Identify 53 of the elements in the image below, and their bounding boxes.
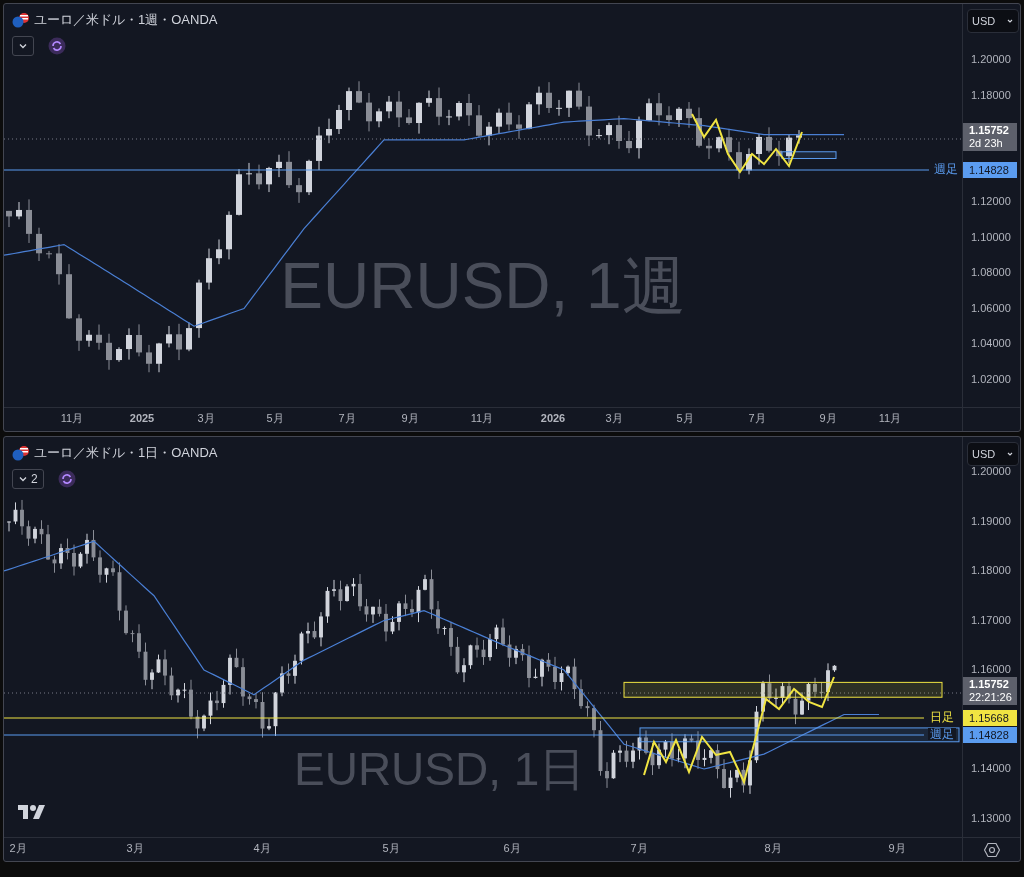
time-tick: 5月 — [676, 413, 694, 424]
time-tick: 3月 — [126, 843, 144, 854]
price-tick: 1.17000 — [971, 614, 1011, 626]
currency-dropdown[interactable]: USD — [967, 442, 1019, 466]
price-label: 1.15752 — [969, 124, 1010, 137]
countdown-label: 22:21:26 — [969, 691, 1013, 704]
price-tick: 1.08000 — [971, 267, 1011, 278]
time-tick: 2月 — [9, 843, 27, 854]
time-tick: 3月 — [197, 413, 215, 424]
currency-dropdown[interactable]: USD — [967, 9, 1019, 33]
time-tick: 2025 — [129, 413, 155, 424]
level-price-tag: 1.14828 — [963, 162, 1017, 178]
chart-title: ユーロ／米ドル・1日・OANDA — [34, 444, 218, 462]
price-tick: 1.20000 — [971, 466, 1011, 477]
chart-title: ユーロ／米ドル・1週・OANDA — [34, 11, 218, 29]
price-tick: 1.14000 — [971, 763, 1011, 774]
countdown-label: 2d 23h — [969, 137, 1004, 150]
price-tick: 1.18000 — [971, 89, 1011, 101]
price-tick: 1.20000 — [971, 54, 1011, 65]
time-tick: 5月 — [266, 413, 284, 424]
symbol-watermark: EURUSD, 1週 — [280, 254, 686, 318]
time-tick: 2026 — [540, 413, 566, 424]
time-tick: 9月 — [819, 413, 837, 424]
time-tick: 11月 — [60, 413, 84, 424]
time-tick: 5月 — [382, 843, 400, 854]
price-tick: 1.19000 — [971, 515, 1011, 527]
price-tick: 1.10000 — [971, 231, 1011, 243]
price-tick: 1.04000 — [971, 338, 1011, 349]
time-tick: 7月 — [338, 413, 356, 424]
level-label: 週足 — [932, 163, 960, 175]
price-tick: 1.12000 — [971, 196, 1011, 207]
time-tick: 11月 — [470, 413, 494, 424]
time-tick: 7月 — [748, 413, 766, 424]
level-label: 週足 — [928, 728, 956, 740]
time-tick: 8月 — [764, 843, 782, 854]
price-tick: 1.16000 — [971, 664, 1011, 675]
time-tick: 3月 — [605, 413, 623, 424]
collapse-button[interactable]: 2 — [12, 468, 44, 489]
price-tick: 1.06000 — [971, 302, 1011, 314]
time-tick: 7月 — [630, 843, 648, 854]
time-tick: 4月 — [253, 843, 271, 854]
symbol-watermark: EURUSD, 1日 — [294, 745, 586, 793]
time-tick: 6月 — [503, 843, 521, 854]
price-tick: 1.13000 — [971, 812, 1011, 824]
level-price-tag: 1.15668 — [963, 710, 1017, 726]
level-price-tag: 1.14828 — [963, 727, 1017, 743]
price-label: 1.15752 — [969, 678, 1010, 691]
time-tick: 9月 — [401, 413, 419, 424]
time-tick: 9月 — [888, 843, 906, 854]
price-tick: 1.18000 — [971, 565, 1011, 576]
level-label: 日足 — [928, 711, 956, 723]
time-tick: 11月 — [878, 413, 902, 424]
price-tick: 1.02000 — [971, 373, 1011, 385]
